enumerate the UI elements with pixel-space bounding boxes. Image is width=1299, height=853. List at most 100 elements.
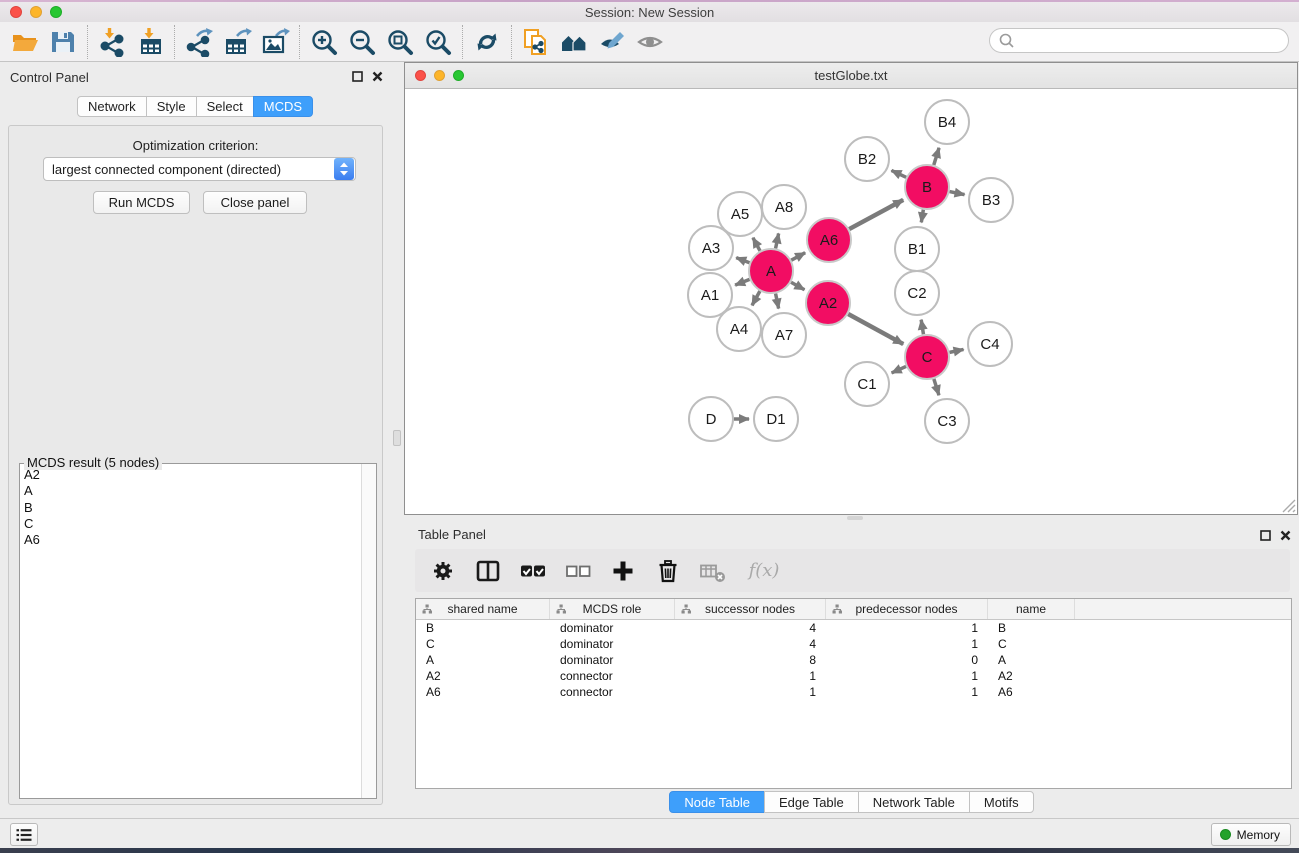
- graph-node-B2[interactable]: B2: [845, 137, 889, 181]
- column-header-mcds-role[interactable]: MCDS role: [550, 599, 675, 619]
- graph-node-A3[interactable]: A3: [689, 226, 733, 270]
- graph-edge-C-C1[interactable]: [892, 366, 906, 372]
- function-builder-button[interactable]: f(x): [744, 556, 784, 586]
- table-row[interactable]: A dominator 8 0 A: [416, 652, 1291, 668]
- delete-column-button[interactable]: [654, 556, 682, 586]
- zoom-selected-button[interactable]: [419, 24, 457, 60]
- graph-edge-A-A6[interactable]: [791, 253, 805, 260]
- delete-table-button[interactable]: [699, 556, 727, 586]
- split-grip[interactable]: [393, 430, 401, 446]
- vertical-split-divider[interactable]: [391, 62, 404, 818]
- export-image-button[interactable]: [256, 24, 294, 60]
- criterion-select[interactable]: largest connected component (directed): [43, 157, 356, 181]
- column-header-successor-nodes[interactable]: successor nodes: [675, 599, 826, 619]
- graphics-details-button[interactable]: [631, 24, 669, 60]
- show-column-button[interactable]: [474, 556, 502, 586]
- graph-node-A8[interactable]: A8: [762, 185, 806, 229]
- graph-node-C[interactable]: C: [905, 335, 949, 379]
- close-panel-button[interactable]: Close panel: [203, 191, 307, 214]
- graph-node-A7[interactable]: A7: [762, 313, 806, 357]
- task-history-button[interactable]: [10, 823, 38, 846]
- table-row[interactable]: A2 connector 1 1 A2: [416, 668, 1291, 684]
- graph-node-D[interactable]: D: [689, 397, 733, 441]
- result-item[interactable]: A6: [24, 532, 361, 548]
- import-table-button[interactable]: [131, 24, 169, 60]
- result-scrollbar[interactable]: [361, 464, 376, 798]
- result-item[interactable]: A2: [24, 467, 361, 483]
- float-panel-icon[interactable]: [352, 71, 363, 82]
- graph-node-B4[interactable]: B4: [925, 100, 969, 144]
- table-row[interactable]: C dominator 4 1 C: [416, 636, 1291, 652]
- graph-node-A2[interactable]: A2: [806, 281, 850, 325]
- zoom-in-button[interactable]: [305, 24, 343, 60]
- tab-edge-table[interactable]: Edge Table: [764, 791, 859, 813]
- table-options-button[interactable]: [429, 556, 457, 586]
- graph-edge-B-B1[interactable]: [921, 210, 923, 223]
- graph-edge-B-B4[interactable]: [934, 148, 939, 165]
- graph-node-B3[interactable]: B3: [969, 178, 1013, 222]
- save-session-button[interactable]: [44, 24, 82, 60]
- graph-node-C4[interactable]: C4: [968, 322, 1012, 366]
- graph-node-C2[interactable]: C2: [895, 271, 939, 315]
- export-table-button[interactable]: [218, 24, 256, 60]
- tab-network-table[interactable]: Network Table: [858, 791, 970, 813]
- graph-edge-A-A4[interactable]: [752, 291, 760, 305]
- graph-node-A5[interactable]: A5: [718, 192, 762, 236]
- tab-network[interactable]: Network: [77, 96, 147, 117]
- graph-node-A4[interactable]: A4: [717, 307, 761, 351]
- graph-edge-A-A2[interactable]: [791, 282, 804, 290]
- graph-node-A6[interactable]: A6: [807, 218, 851, 262]
- graph-edge-C-C4[interactable]: [950, 349, 964, 352]
- result-item[interactable]: A: [24, 483, 361, 499]
- column-header-shared-name[interactable]: shared name: [416, 599, 550, 619]
- table-row[interactable]: A6 connector 1 1 A6: [416, 684, 1291, 700]
- graph-edge-A-A8[interactable]: [776, 233, 779, 248]
- graph-edge-B-B2[interactable]: [891, 170, 906, 177]
- tab-mcds[interactable]: MCDS: [253, 96, 313, 117]
- export-network-button[interactable]: [180, 24, 218, 60]
- graph-edge-A-A7[interactable]: [776, 294, 779, 309]
- table-row[interactable]: B dominator 4 1 B: [416, 620, 1291, 636]
- zoom-out-button[interactable]: [343, 24, 381, 60]
- split-grip[interactable]: [847, 516, 863, 520]
- column-header-name[interactable]: name: [988, 599, 1075, 619]
- graph-node-B1[interactable]: B1: [895, 227, 939, 271]
- search-field[interactable]: [989, 28, 1289, 53]
- graph-node-D1[interactable]: D1: [754, 397, 798, 441]
- network-graph[interactable]: B4B2BB3A8A5A6B1A3AC2A1A2A4A7C4CC1C3DD1: [405, 90, 1296, 515]
- graph-edge-A-A3[interactable]: [736, 258, 749, 263]
- refresh-layout-button[interactable]: [468, 24, 506, 60]
- graph-edge-A2-C[interactable]: [848, 314, 903, 344]
- graph-edge-A6-B[interactable]: [849, 200, 903, 229]
- graph-edge-C-C2[interactable]: [921, 320, 923, 335]
- close-panel-icon[interactable]: [1280, 530, 1291, 541]
- graph-edge-A-A5[interactable]: [753, 238, 760, 251]
- mcds-result-list[interactable]: A2 A B C A6: [20, 464, 361, 798]
- duplicate-network-button[interactable]: [517, 24, 555, 60]
- graph-node-B[interactable]: B: [905, 165, 949, 209]
- run-mcds-button[interactable]: Run MCDS: [93, 191, 190, 214]
- zoom-fit-button[interactable]: [381, 24, 419, 60]
- memory-button[interactable]: Memory: [1211, 823, 1291, 846]
- select-all-columns-button[interactable]: [519, 556, 547, 586]
- column-header-predecessor-nodes[interactable]: predecessor nodes: [826, 599, 988, 619]
- network-canvas[interactable]: B4B2BB3A8A5A6B1A3AC2A1A2A4A7C4CC1C3DD1: [405, 90, 1297, 514]
- create-column-button[interactable]: [609, 556, 637, 586]
- result-item[interactable]: B: [24, 500, 361, 516]
- tab-node-table[interactable]: Node Table: [669, 791, 765, 813]
- import-network-button[interactable]: [93, 24, 131, 60]
- tab-motifs[interactable]: Motifs: [969, 791, 1034, 813]
- tab-style[interactable]: Style: [146, 96, 197, 117]
- graph-edge-B-B3[interactable]: [950, 192, 965, 195]
- graph-node-C1[interactable]: C1: [845, 362, 889, 406]
- annotation-mode-button[interactable]: [593, 24, 631, 60]
- unselect-all-columns-button[interactable]: [564, 556, 592, 586]
- result-item[interactable]: C: [24, 516, 361, 532]
- close-panel-icon[interactable]: [372, 71, 383, 82]
- tab-select[interactable]: Select: [196, 96, 254, 117]
- graph-node-A[interactable]: A: [749, 249, 793, 293]
- open-session-button[interactable]: [6, 24, 44, 60]
- houses-button[interactable]: [555, 24, 593, 60]
- graph-node-C3[interactable]: C3: [925, 399, 969, 443]
- resize-grip-icon[interactable]: [1280, 497, 1296, 513]
